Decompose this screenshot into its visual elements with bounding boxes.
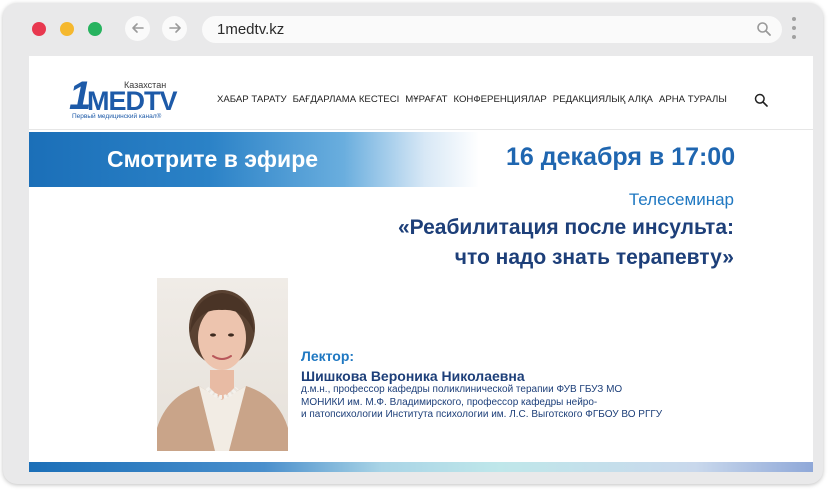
watch-live-text: Смотрите в эфире [107,146,319,172]
logo-tagline: Первый медицинский канал® [72,113,162,120]
lecturer-portrait [157,290,288,451]
search-icon[interactable] [756,21,772,37]
lecturer-description: д.м.н., профессор кафедры поликлиническо… [301,384,662,422]
url-text: 1medtv.kz [217,21,285,38]
lecturer-desc-line: д.м.н., профессор кафедры поликлиническо… [301,384,623,395]
lecturer-label: Лектор: [301,348,355,364]
search-icon[interactable] [754,93,768,107]
arrow-left-icon [131,23,144,33]
kebab-menu-icon[interactable] [792,17,796,44]
lecturer-desc-line: МОНИКИ им. М.Ф. Владимирского, профессор… [301,396,598,408]
main-menu: ХАБАР ТАРАТУ БАҒДАРЛАМА КЕСТЕСІ МҰРАҒАТ … [217,94,733,105]
web-page: Казахстан 1 MEDTV Первый медицинский кан… [29,56,813,472]
menu-item-about[interactable]: АРНА ТУРАЛЫ [659,94,727,105]
back-button[interactable] [125,16,150,41]
menu-item-archive[interactable]: МҰРАҒАТ [405,94,447,105]
bottom-decorative-strip [29,462,813,472]
lecturer-name: Шишкова Вероника Николаевна [301,368,525,384]
header-divider [29,129,813,130]
event-type: Телесеминар [628,190,734,209]
menu-item-editorial-board[interactable]: РЕДАКЦИЯЛЫҚ АЛҚА [553,94,653,105]
close-window-button[interactable] [32,22,46,36]
menu-item-schedule[interactable]: БАҒДАРЛАМА КЕСТЕСІ [293,94,400,105]
arrow-right-icon [168,23,181,33]
event-title-line2: что надо знать терапевту» [454,246,734,269]
event-title-line1: «Реабилитация после инсульта: [397,216,734,239]
forward-button[interactable] [162,16,187,41]
menu-item-broadcast[interactable]: ХАБАР ТАРАТУ [217,94,287,105]
menu-item-conferences[interactable]: КОНФЕРЕНЦИЯЛАР [453,94,546,105]
address-bar[interactable]: 1medtv.kz [202,16,782,43]
browser-window: 1medtv.kz Казахстан 1 MEDTV Первый медиц… [3,3,823,484]
lecturer-desc-line: и патопсихологии Института психологии им… [301,409,663,420]
minimize-window-button[interactable] [60,22,74,36]
maximize-window-button[interactable] [88,22,102,36]
event-date: 16 декабря в 17:00 [506,143,736,171]
lecturer-photo [157,278,288,451]
